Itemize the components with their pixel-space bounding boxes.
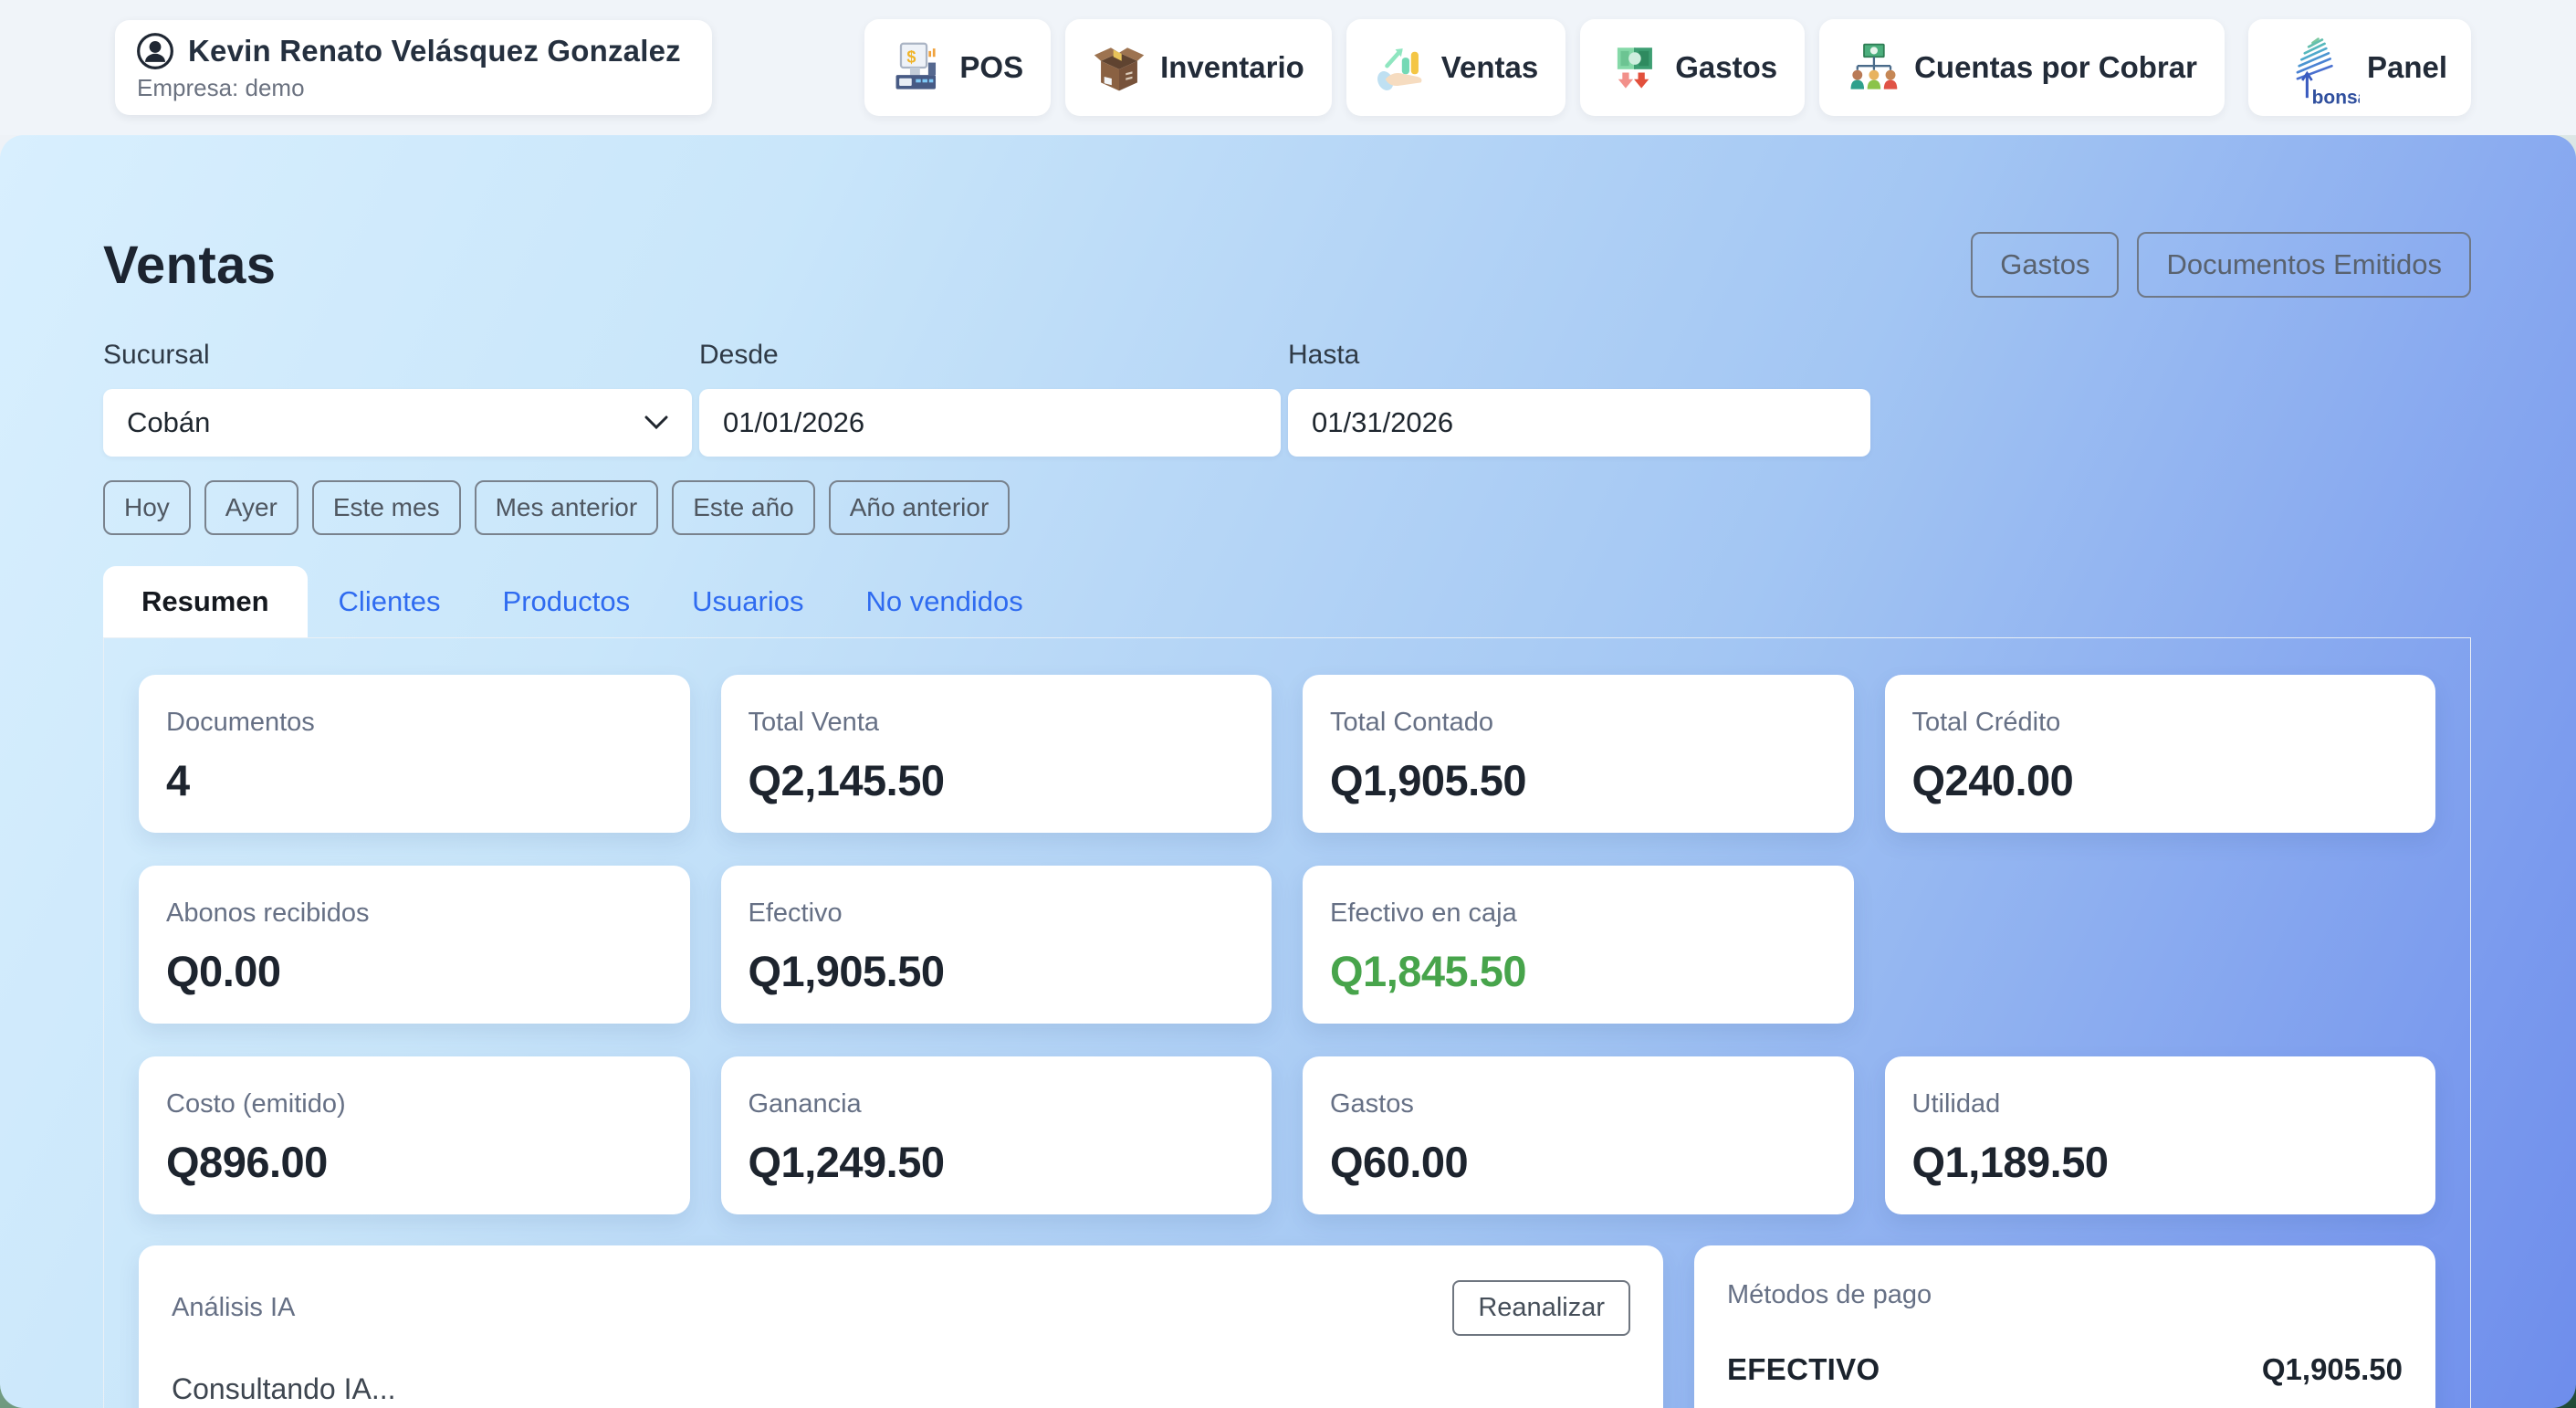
nav-button-panel[interactable]: bonsai Panel bbox=[2248, 19, 2471, 116]
analisis-ia-status: Consultando IA... bbox=[172, 1372, 1630, 1406]
stat-card-gastos: Gastos Q60.00 bbox=[1303, 1056, 1854, 1214]
metodos-de-pago-card: Métodos de pago EFECTIVO Q1,905.50 bbox=[1694, 1245, 2435, 1408]
hasta-date-input[interactable] bbox=[1288, 389, 1870, 457]
stat-cards-grid: Documentos 4 Total Venta Q2,145.50 Total… bbox=[139, 675, 2435, 1214]
hasta-label: Hasta bbox=[1288, 340, 1870, 371]
user-avatar-icon bbox=[135, 31, 175, 71]
bonsai-logo-icon: bonsai bbox=[2272, 26, 2360, 110]
nav-label: Panel bbox=[2367, 50, 2447, 85]
nav-button-ventas[interactable]: Ventas bbox=[1346, 19, 1565, 116]
filter-hasta: Hasta bbox=[1288, 340, 1870, 457]
receivables-people-icon bbox=[1847, 41, 1900, 94]
documentos-emitidos-button[interactable]: Documentos Emitidos bbox=[2137, 232, 2471, 298]
main-sheet: Ventas Gastos Documentos Emitidos Sucurs… bbox=[0, 135, 2576, 1408]
tab-resumen[interactable]: Resumen bbox=[103, 566, 308, 637]
sucursal-selected-value: Cobán bbox=[127, 406, 210, 439]
tab-usuarios[interactable]: Usuarios bbox=[661, 566, 834, 637]
bottom-panels: Análisis IA Reanalizar Consultando IA...… bbox=[139, 1245, 2435, 1408]
tab-productos[interactable]: Productos bbox=[472, 566, 662, 637]
quick-hoy-button[interactable]: Hoy bbox=[103, 480, 191, 535]
filter-sucursal: Sucursal Cobán bbox=[103, 340, 692, 457]
desde-date-input[interactable] bbox=[699, 389, 1281, 457]
analisis-ia-title: Análisis IA bbox=[172, 1293, 295, 1323]
nav-label: Cuentas por Cobrar bbox=[1914, 50, 2197, 85]
analisis-ia-card: Análisis IA Reanalizar Consultando IA... bbox=[139, 1245, 1663, 1408]
tab-clientes[interactable]: Clientes bbox=[308, 566, 472, 637]
resumen-tab-panel: Documentos 4 Total Venta Q2,145.50 Total… bbox=[103, 637, 2471, 1408]
quick-ano-anterior-button[interactable]: Año anterior bbox=[829, 480, 1011, 535]
stat-card-utilidad: Utilidad Q1,189.50 bbox=[1885, 1056, 2436, 1214]
nav-button-gastos[interactable]: Gastos bbox=[1580, 19, 1805, 116]
stat-card-total-venta: Total Venta Q2,145.50 bbox=[721, 675, 1272, 833]
quick-este-mes-button[interactable]: Este mes bbox=[312, 480, 461, 535]
quick-range-row: Hoy Ayer Este mes Mes anterior Este año … bbox=[103, 480, 2471, 535]
filter-desde: Desde bbox=[699, 340, 1281, 457]
pos-register-icon: $ bbox=[892, 41, 945, 94]
stat-card-ganancia: Ganancia Q1,249.50 bbox=[721, 1056, 1272, 1214]
inventory-box-icon bbox=[1093, 41, 1146, 94]
bonsai-brand-text: bonsai bbox=[2312, 87, 2360, 108]
top-navbar: Kevin Renato Velásquez Gonzalez Empresa:… bbox=[0, 0, 2576, 135]
stat-card-documentos: Documentos 4 bbox=[139, 675, 690, 833]
payment-amount: Q1,905.50 bbox=[2262, 1352, 2403, 1387]
gastos-button[interactable]: Gastos bbox=[1971, 232, 2119, 298]
chevron-down-icon bbox=[644, 415, 668, 430]
filters-row: Sucursal Cobán Desde Hasta bbox=[103, 340, 2471, 457]
grid-spacer bbox=[1885, 866, 2436, 1024]
desde-label: Desde bbox=[699, 340, 1281, 371]
page-title: Ventas bbox=[103, 235, 276, 296]
quick-este-ano-button[interactable]: Este año bbox=[672, 480, 815, 535]
metodos-de-pago-title: Métodos de pago bbox=[1727, 1280, 2403, 1310]
stat-card-efectivo-en-caja: Efectivo en caja Q1,845.50 bbox=[1303, 866, 1854, 1024]
quick-ayer-button[interactable]: Ayer bbox=[204, 480, 298, 535]
nav-label: Inventario bbox=[1160, 50, 1304, 85]
stat-card-costo-emitido: Costo (emitido) Q896.00 bbox=[139, 1056, 690, 1214]
nav-label: Ventas bbox=[1441, 50, 1538, 85]
title-actions: Gastos Documentos Emitidos bbox=[1971, 232, 2471, 298]
expenses-money-down-icon bbox=[1607, 41, 1660, 94]
stat-card-efectivo: Efectivo Q1,905.50 bbox=[721, 866, 1272, 1024]
nav-button-pos[interactable]: $ POS bbox=[864, 19, 1051, 116]
payment-method: EFECTIVO bbox=[1727, 1352, 1880, 1387]
nav-menu: $ POS bbox=[864, 19, 2471, 116]
payment-row: EFECTIVO Q1,905.50 bbox=[1727, 1352, 2403, 1387]
sales-hand-chart-icon bbox=[1374, 41, 1427, 94]
svg-text:$: $ bbox=[907, 48, 916, 67]
tab-bar: Resumen Clientes Productos Usuarios No v… bbox=[103, 566, 2471, 637]
nav-button-inventario[interactable]: Inventario bbox=[1065, 19, 1332, 116]
nav-label: Gastos bbox=[1675, 50, 1777, 85]
nav-button-cuentas-por-cobrar[interactable]: Cuentas por Cobrar bbox=[1819, 19, 2225, 116]
stat-card-total-contado: Total Contado Q1,905.50 bbox=[1303, 675, 1854, 833]
user-company: Empresa: demo bbox=[135, 74, 681, 102]
stat-card-total-credito: Total Crédito Q240.00 bbox=[1885, 675, 2436, 833]
stat-card-abonos-recibidos: Abonos recibidos Q0.00 bbox=[139, 866, 690, 1024]
nav-label: POS bbox=[959, 50, 1023, 85]
user-name: Kevin Renato Velásquez Gonzalez bbox=[188, 34, 681, 68]
quick-mes-anterior-button[interactable]: Mes anterior bbox=[475, 480, 659, 535]
reanalizar-button[interactable]: Reanalizar bbox=[1452, 1280, 1630, 1336]
user-chip[interactable]: Kevin Renato Velásquez Gonzalez Empresa:… bbox=[115, 20, 712, 115]
sucursal-select[interactable]: Cobán bbox=[103, 389, 692, 457]
sucursal-label: Sucursal bbox=[103, 340, 692, 371]
tab-no-vendidos[interactable]: No vendidos bbox=[834, 566, 1053, 637]
